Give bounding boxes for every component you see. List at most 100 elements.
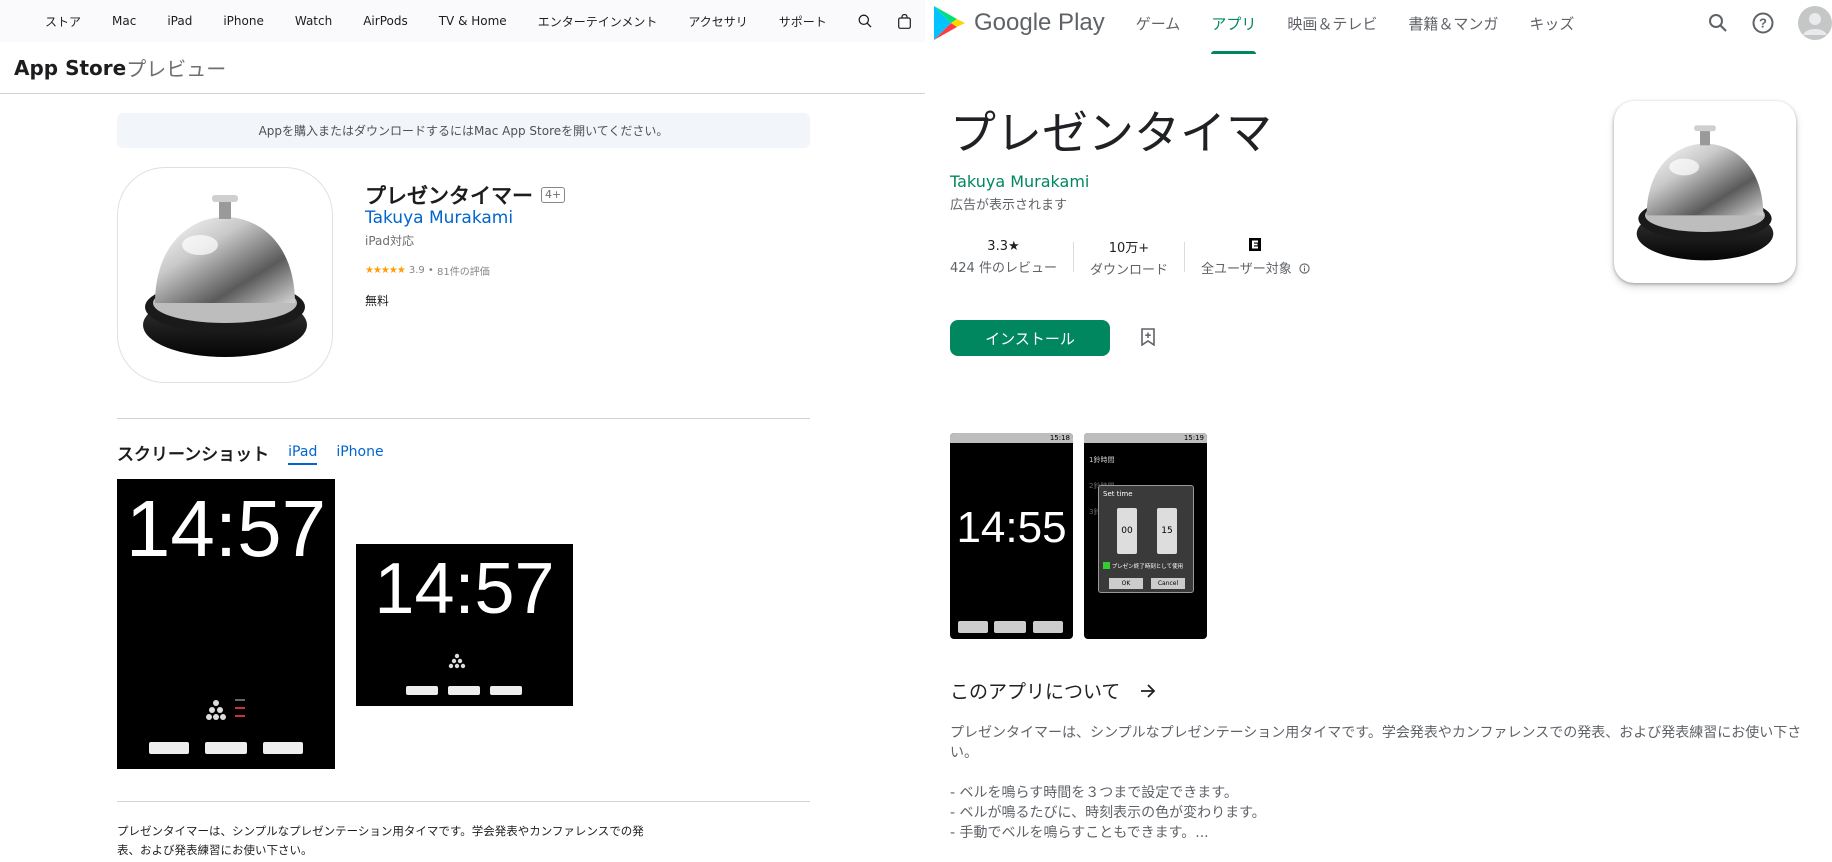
seconds-picker: 15 <box>1157 508 1177 554</box>
rating-value: 3.9 <box>408 265 425 276</box>
phone-screenshot-settings[interactable]: 15:19 1鈴時間 2鈴時間 3鈴時間 Set time 00 15 プレゼン… <box>1084 433 1207 639</box>
google-play-pane: Google Play ゲーム アプリ 映画＆テレビ 書籍＆マンガ キッズ ? … <box>925 0 1832 862</box>
tab-games[interactable]: ゲーム <box>1136 0 1181 46</box>
screenshots-title: スクリーンショット <box>117 445 270 465</box>
svg-text:?: ? <box>1759 16 1767 31</box>
section-divider <box>117 801 810 802</box>
end-time-checkbox: プレゼン終了時刻として使用 <box>1103 562 1183 570</box>
nav-item-tv-home[interactable]: TV & Home <box>439 14 507 28</box>
app-stats: 3.3★ 424 件のレビュー 10万+ ダウンロード 全ユーザー対象 <box>950 237 1326 278</box>
google-play-logo[interactable]: Google Play <box>932 4 1105 42</box>
tab-iphone[interactable]: iPhone <box>336 444 383 465</box>
install-label: インストール <box>985 329 1075 348</box>
app-title-row: プレゼンタイマー 4+ <box>365 180 566 210</box>
tab-books[interactable]: 書籍＆マンガ <box>1408 0 1498 46</box>
app-store-subnav: App Store プレビュー <box>0 42 925 94</box>
app-description: プレゼンタイマーは、シンプルなプレゼンテーション用タイマです。学会発表やカンファ… <box>950 725 1802 841</box>
app-title: プレゼンタイマー <box>365 184 533 208</box>
install-button[interactable]: インストール <box>950 320 1110 356</box>
start-button-mock <box>406 686 438 695</box>
app-title: プレゼンタイマ <box>950 106 1272 160</box>
start-button-mock <box>958 621 988 633</box>
header-actions: ? <box>1684 0 1832 46</box>
bell-button-mock <box>994 621 1026 633</box>
about-title: このアプリについて <box>950 681 1121 703</box>
reset-button-mock <box>1033 621 1063 633</box>
review-count: 424 件のレビュー <box>950 260 1057 276</box>
nav-item-accessories[interactable]: アクセサリ <box>688 13 747 30</box>
google-play-header: Google Play ゲーム アプリ 映画＆テレビ 書籍＆マンガ キッズ ? <box>925 0 1832 54</box>
set-time-dialog: Set time 00 15 プレゼン終了時刻として使用 OK Cancel <box>1098 485 1194 593</box>
checkbox-label: プレゼン終了時刻として使用 <box>1111 564 1184 570</box>
status-time: 15:19 <box>1183 434 1204 442</box>
nav-item-iphone[interactable]: iPhone <box>223 14 264 28</box>
ipad-screenshot-landscape[interactable]: 14:57 <box>356 544 573 706</box>
nav-item-mac[interactable]: Mac <box>112 14 136 28</box>
preview-label: プレビュー <box>126 57 227 81</box>
stat-downloads: 10万+ ダウンロード <box>1074 241 1185 278</box>
downloads-value: 10万+ <box>1108 240 1150 256</box>
status-bar: 15:18 <box>950 433 1073 443</box>
nav-item-support[interactable]: サポート <box>779 13 827 30</box>
status-bar: 15:19 <box>1084 433 1207 443</box>
bell-cluster-icon <box>206 699 245 720</box>
bag-icon[interactable] <box>897 13 911 29</box>
tab-ipad[interactable]: iPad <box>288 444 318 465</box>
nav-item-watch[interactable]: Watch <box>295 14 332 28</box>
section-divider <box>117 418 810 419</box>
service-bell-icon <box>143 195 307 357</box>
help-icon[interactable]: ? <box>1752 12 1774 34</box>
star-rating-icon: ★★★★★ <box>365 265 406 276</box>
account-icon[interactable] <box>1798 6 1832 40</box>
checkbox-checked-icon <box>1103 562 1110 569</box>
ipad-screenshot-portrait[interactable]: 14:57 <box>117 479 335 769</box>
age-rating-badge: 4+ <box>541 187 566 203</box>
tab-apps[interactable]: アプリ <box>1211 0 1257 54</box>
reset-button-mock <box>490 686 522 695</box>
screenshot-clock: 14:57 <box>125 484 327 573</box>
tab-movies-tv[interactable]: 映画＆テレビ <box>1287 0 1377 46</box>
everyone-rating-icon <box>1249 237 1262 255</box>
info-icon[interactable] <box>1299 262 1310 274</box>
nav-item-ipad[interactable]: iPad <box>167 14 192 28</box>
stat-content-rating: 全ユーザー対象 <box>1185 237 1326 277</box>
app-store-brand[interactable]: App Store <box>14 56 126 80</box>
nav-item-store[interactable]: ストア <box>45 13 81 30</box>
nav-item-airpods[interactable]: AirPods <box>363 14 408 28</box>
tab-kids[interactable]: キッズ <box>1529 0 1574 46</box>
app-icon <box>1614 101 1796 283</box>
price-label: 無料 <box>365 294 390 308</box>
ipad-compat-label: iPad対応 <box>365 234 415 248</box>
google-play-logo-text: Google Play <box>974 9 1105 36</box>
arrow-right-icon <box>1141 683 1156 698</box>
bell-button-mock <box>205 742 247 754</box>
content-rating-text: 全ユーザー対象 <box>1200 261 1292 277</box>
service-bell-icon <box>1636 125 1774 261</box>
settings-list-item: 1鈴時間 <box>1089 456 1115 464</box>
rating-separator: • <box>424 265 437 276</box>
nav-item-entertainment[interactable]: エンターテインメント <box>538 13 658 30</box>
developer-link[interactable]: Takuya Murakami <box>950 172 1089 191</box>
start-button-mock <box>149 742 189 754</box>
app-store-preview-pane: ストア Mac iPad iPhone Watch AirPods TV & H… <box>0 0 925 862</box>
content-rating-label: 全ユーザー対象 <box>1201 258 1310 277</box>
search-icon[interactable] <box>1708 13 1728 33</box>
banner-text: Appを購入またはダウンロードするにはMac App Storeを開いてください… <box>258 124 669 138</box>
search-icon[interactable] <box>858 14 872 28</box>
rating-row: ★★★★★ 3.9 • 81件の評価 <box>365 263 490 278</box>
bell-cluster-icon <box>448 653 466 669</box>
reset-button-mock <box>263 742 303 754</box>
wishlist-bookmark-icon[interactable] <box>1140 328 1156 350</box>
developer-link[interactable]: Takuya Murakami <box>365 208 513 228</box>
screenshots-header: スクリーンショット iPad iPhone <box>117 440 384 465</box>
downloads-label: ダウンロード <box>1089 262 1168 278</box>
about-this-app-link[interactable]: このアプリについて <box>950 677 1156 704</box>
app-icon <box>117 167 333 383</box>
rating-count: 81件の評価 <box>437 267 490 278</box>
stat-rating[interactable]: 3.3★ 424 件のレビュー <box>950 239 1074 276</box>
apple-global-nav: ストア Mac iPad iPhone Watch AirPods TV & H… <box>0 0 925 42</box>
app-description: プレゼンタイマーは、シンプルなプレゼンテーション用タイマです。学会発表やカンファ… <box>117 824 644 857</box>
phone-screenshot-clock[interactable]: 15:18 14:55 <box>950 433 1073 639</box>
play-triangle-icon <box>934 6 965 40</box>
ok-button-mock: OK <box>1109 578 1143 589</box>
